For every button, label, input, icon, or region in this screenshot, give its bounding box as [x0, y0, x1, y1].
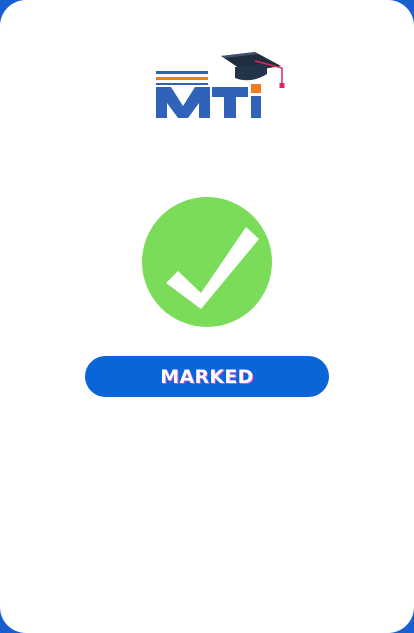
graduation-cap-icon: [221, 52, 285, 88]
logo-letter-t: [212, 87, 248, 118]
logo-letter-m: [156, 87, 210, 118]
attendance-card: MARKED: [0, 0, 414, 633]
marked-button[interactable]: MARKED: [85, 356, 329, 397]
mti-logo: [156, 52, 285, 118]
logo-letter-i: [251, 84, 261, 118]
logo-stripes: [156, 71, 208, 85]
check-badge: [142, 197, 272, 327]
check-circle: [142, 197, 272, 327]
marked-label: MARKED: [160, 365, 254, 388]
screen-frame: MARKED: [0, 0, 414, 633]
